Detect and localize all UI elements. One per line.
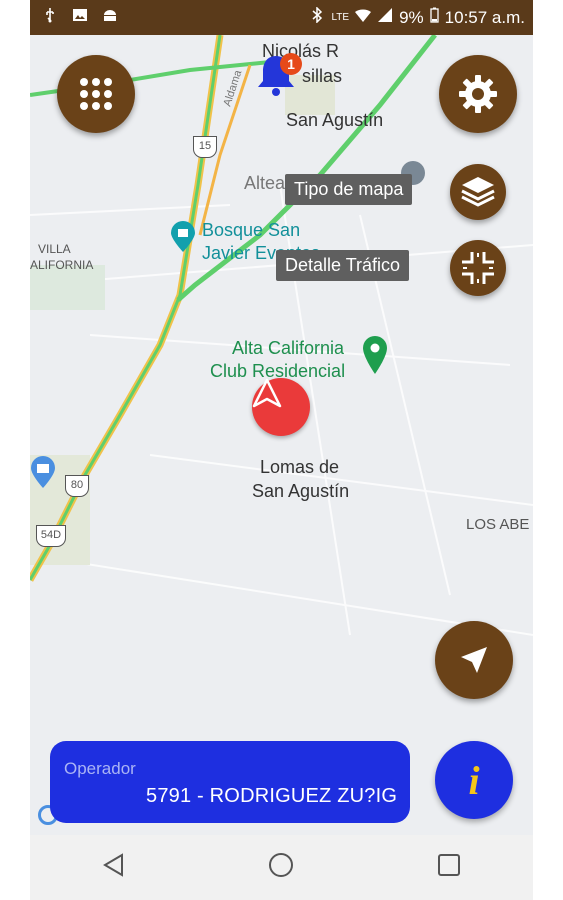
battery-icon [430,7,439,28]
map-label-casillas: sillas [302,66,343,86]
intersection-icon [462,252,494,284]
map-label-san-agustin: San Agustín [286,110,384,130]
operator-value: 5791 - RODRIGUEZ ZU?IG [146,785,398,807]
grid-icon [80,78,112,110]
wifi-icon [355,7,372,28]
map-label-lomas-1: Lomas de [260,457,340,477]
send-arrow-icon [461,647,487,673]
phone-screen: LTE 9% 10:57 a.m. Aldama 15 80 54D Nicol… [30,0,533,900]
android-nav-bar [30,835,533,900]
signal-icon [377,7,393,28]
navigate-button[interactable] [435,621,513,699]
back-button[interactable] [101,852,127,883]
tooltip-traffic: Detalle Tráfico [276,250,410,281]
info-icon: i [468,757,480,803]
map-label-los-abe: LOS ABE [466,516,530,533]
current-location-marker[interactable] [252,378,310,436]
usb-icon [42,7,58,28]
home-circle-icon [269,853,294,877]
notification-bell-button[interactable]: 1 [253,50,303,100]
map-view[interactable]: Aldama 15 80 54D Nicolás R sillas San Ag… [30,35,533,835]
image-icon [72,7,88,28]
status-bar: LTE 9% 10:57 a.m. [30,0,533,35]
battery-percent: 9% [399,7,424,27]
highway-shield-54d: 54D [36,525,66,547]
recents-button[interactable] [436,852,462,883]
tooltip-map-type: Tipo de mapa [285,174,413,205]
map-label-bosque-1: Bosque San [202,220,301,240]
traffic-detail-button[interactable] [450,240,506,296]
gear-icon [459,75,497,113]
highway-shield-15: 15 [193,136,217,158]
map-label-alta-1: Alta California [232,338,345,358]
clock: 10:57 a.m. [444,7,525,27]
settings-button[interactable] [439,55,517,133]
android-icon [102,7,118,28]
operator-label: Operador [64,759,136,778]
bluetooth-icon [309,7,325,28]
recents-square-icon [438,854,461,876]
operator-card[interactable]: Operador 5791 - RODRIGUEZ ZU?IG [50,741,410,823]
highway-shield-80: 80 [65,475,89,497]
home-button[interactable] [268,852,294,883]
layers-icon [461,177,495,207]
map-label-villa-2: ALIFORNIA [30,258,94,272]
info-button[interactable]: i [435,741,513,819]
map-type-button[interactable] [450,164,506,220]
map-label-villa-1: VILLA [38,242,71,256]
lte-icon: LTE [331,12,350,23]
apps-menu-button[interactable] [57,55,135,133]
back-triangle-icon [102,853,123,877]
navigation-arrow-icon [252,378,282,408]
notification-badge: 1 [280,53,302,75]
map-label-lomas-2: San Agustín [252,481,350,501]
